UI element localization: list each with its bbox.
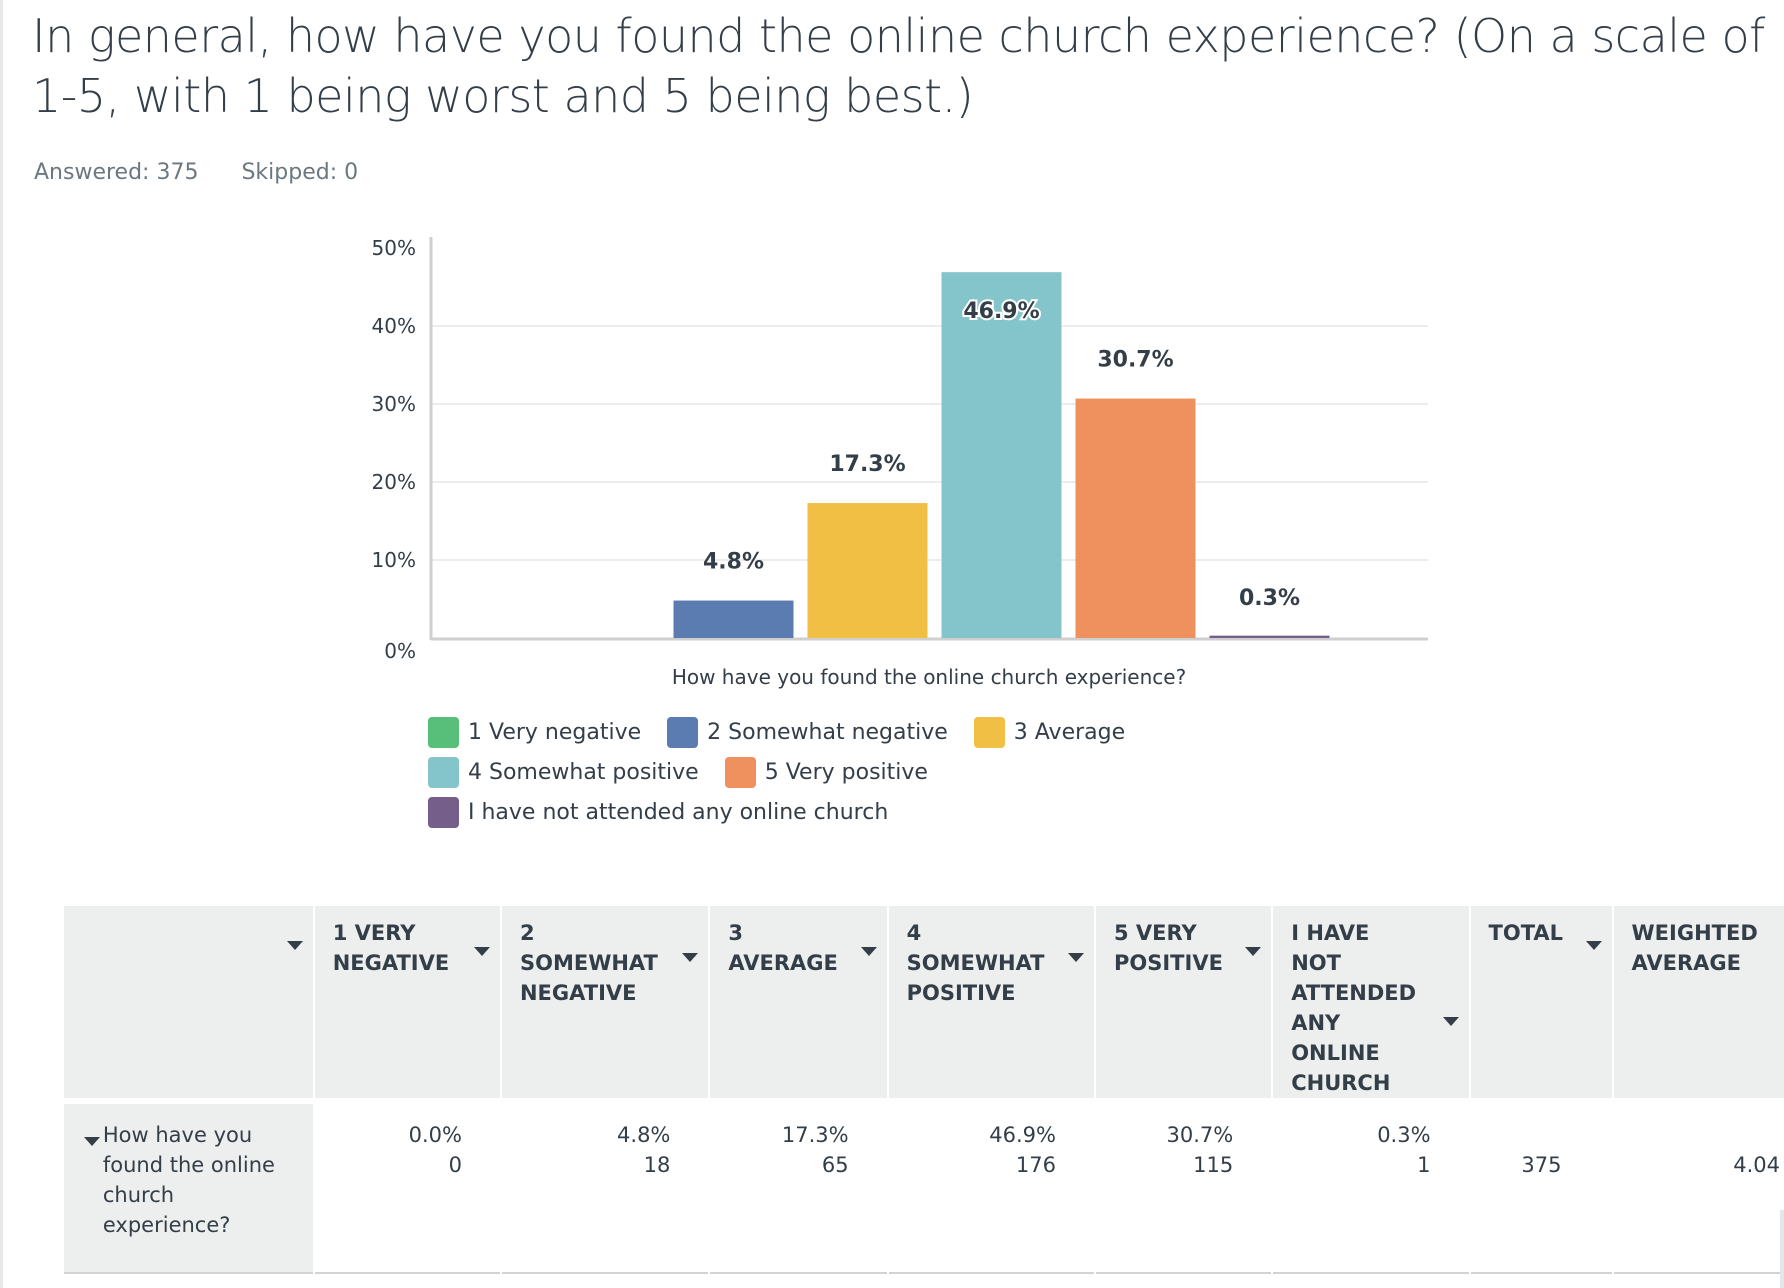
bar-2[interactable] <box>673 600 794 638</box>
bar-value-label: 4.8% <box>703 550 764 575</box>
bar-4[interactable] <box>941 272 1062 638</box>
header-somewhat-positive[interactable]: 4 Somewhat positive <box>888 906 1094 1098</box>
legend-label: 1 Very negative <box>468 719 642 745</box>
legend-swatch <box>428 796 459 828</box>
bar-value-label: 17.3% <box>829 452 905 477</box>
row-label: How have you found the online church exp… <box>102 1123 275 1237</box>
legend-label: 2 Somewhat negative <box>707 719 948 745</box>
table-header-row: 1 Very negative 2 Somewhat negative 3 Av… <box>64 906 1784 1098</box>
cell-not-attended: 0.3% 1 <box>1273 1098 1469 1274</box>
y-tick-label: 20% <box>372 470 416 494</box>
header-row-label[interactable] <box>64 906 313 1098</box>
bar-value-label: 30.7% <box>1097 348 1173 373</box>
header-somewhat-negative[interactable]: 2 Somewhat negative <box>501 906 709 1098</box>
x-axis-title: How have you found the online church exp… <box>672 665 1186 689</box>
y-tick-label: 30% <box>372 392 416 416</box>
sort-caret-icon[interactable] <box>1064 918 1084 1008</box>
cell-total: 375 <box>1470 1098 1612 1274</box>
legend-item[interactable]: 4 Somewhat positive <box>428 756 699 788</box>
chart-legend: 1 Very negative 2 Somewhat negative 3 Aver… <box>428 712 1328 832</box>
y-tick-label: 50% <box>372 236 416 260</box>
bar-value-label: 46.9% <box>963 299 1039 324</box>
results-table: 1 Very negative 2 Somewhat negative 3 Av… <box>62 906 1784 1274</box>
header-weighted-average[interactable]: Weighted average <box>1613 906 1784 1098</box>
y-tick-label: 0% <box>384 639 416 663</box>
cell-somewhat-negative: 4.8% 18 <box>501 1098 709 1274</box>
legend-swatch <box>428 756 459 788</box>
scrollbar-hint[interactable] <box>1780 1210 1784 1288</box>
sort-caret-icon[interactable] <box>678 918 699 1008</box>
bar-5[interactable] <box>1075 398 1196 638</box>
header-average[interactable]: 3 Average <box>710 906 887 1098</box>
legend-label: 5 Very positive <box>764 759 928 785</box>
sort-caret-icon[interactable] <box>1241 918 1262 978</box>
sort-caret-icon[interactable] <box>1439 918 1459 1098</box>
header-total[interactable]: Total <box>1470 906 1612 1098</box>
sort-caret-icon[interactable] <box>857 918 877 978</box>
table-row: How have you found the online church exp… <box>64 1098 1784 1274</box>
y-tick-label: 40% <box>372 314 416 338</box>
bar-3[interactable] <box>807 503 928 638</box>
legend-row: 4 Somewhat positive 5 Very positive <box>428 752 1328 792</box>
cell-weighted-average: 4.04 <box>1613 1098 1784 1274</box>
header-very-positive[interactable]: 5 Very positive <box>1096 906 1272 1098</box>
sort-caret-icon[interactable] <box>470 918 490 978</box>
header-not-attended[interactable]: I have not attended any online church <box>1273 906 1469 1098</box>
cell-somewhat-positive: 46.9% 176 <box>888 1098 1094 1274</box>
legend-row: I have not attended any online church <box>428 792 1328 832</box>
legend-item[interactable]: 1 Very negative <box>428 716 642 748</box>
cell-very-negative: 0.0% 0 <box>314 1098 500 1274</box>
legend-item[interactable]: 2 Somewhat negative <box>667 716 948 748</box>
sort-caret-icon[interactable] <box>1582 918 1602 958</box>
legend-swatch <box>724 756 756 788</box>
y-tick-label: 10% <box>372 548 416 572</box>
legend-label: 4 Somewhat positive <box>468 759 699 785</box>
legend-item[interactable]: 3 Average <box>973 716 1126 748</box>
expand-caret-icon[interactable] <box>84 1120 103 1240</box>
row-label-cell[interactable]: How have you found the online church exp… <box>64 1098 313 1274</box>
bar-6[interactable] <box>1209 635 1330 638</box>
header-very-negative[interactable]: 1 Very negative <box>314 906 500 1098</box>
sort-caret-icon[interactable] <box>283 918 303 958</box>
cell-very-positive: 30.7% 115 <box>1096 1098 1272 1274</box>
legend-swatch <box>973 716 1005 748</box>
legend-label: I have not attended any online church <box>468 799 889 825</box>
legend-swatch <box>667 716 699 748</box>
legend-item[interactable]: 5 Very positive <box>724 756 928 788</box>
bar-value-label: 0.3% <box>1239 586 1300 611</box>
legend-label: 3 Average <box>1013 719 1126 745</box>
legend-item[interactable]: I have not attended any online church <box>428 796 889 828</box>
legend-row: 1 Very negative 2 Somewhat negative 3 Aver… <box>428 712 1328 752</box>
cell-average: 17.3% 65 <box>710 1098 887 1274</box>
legend-swatch <box>428 716 459 748</box>
